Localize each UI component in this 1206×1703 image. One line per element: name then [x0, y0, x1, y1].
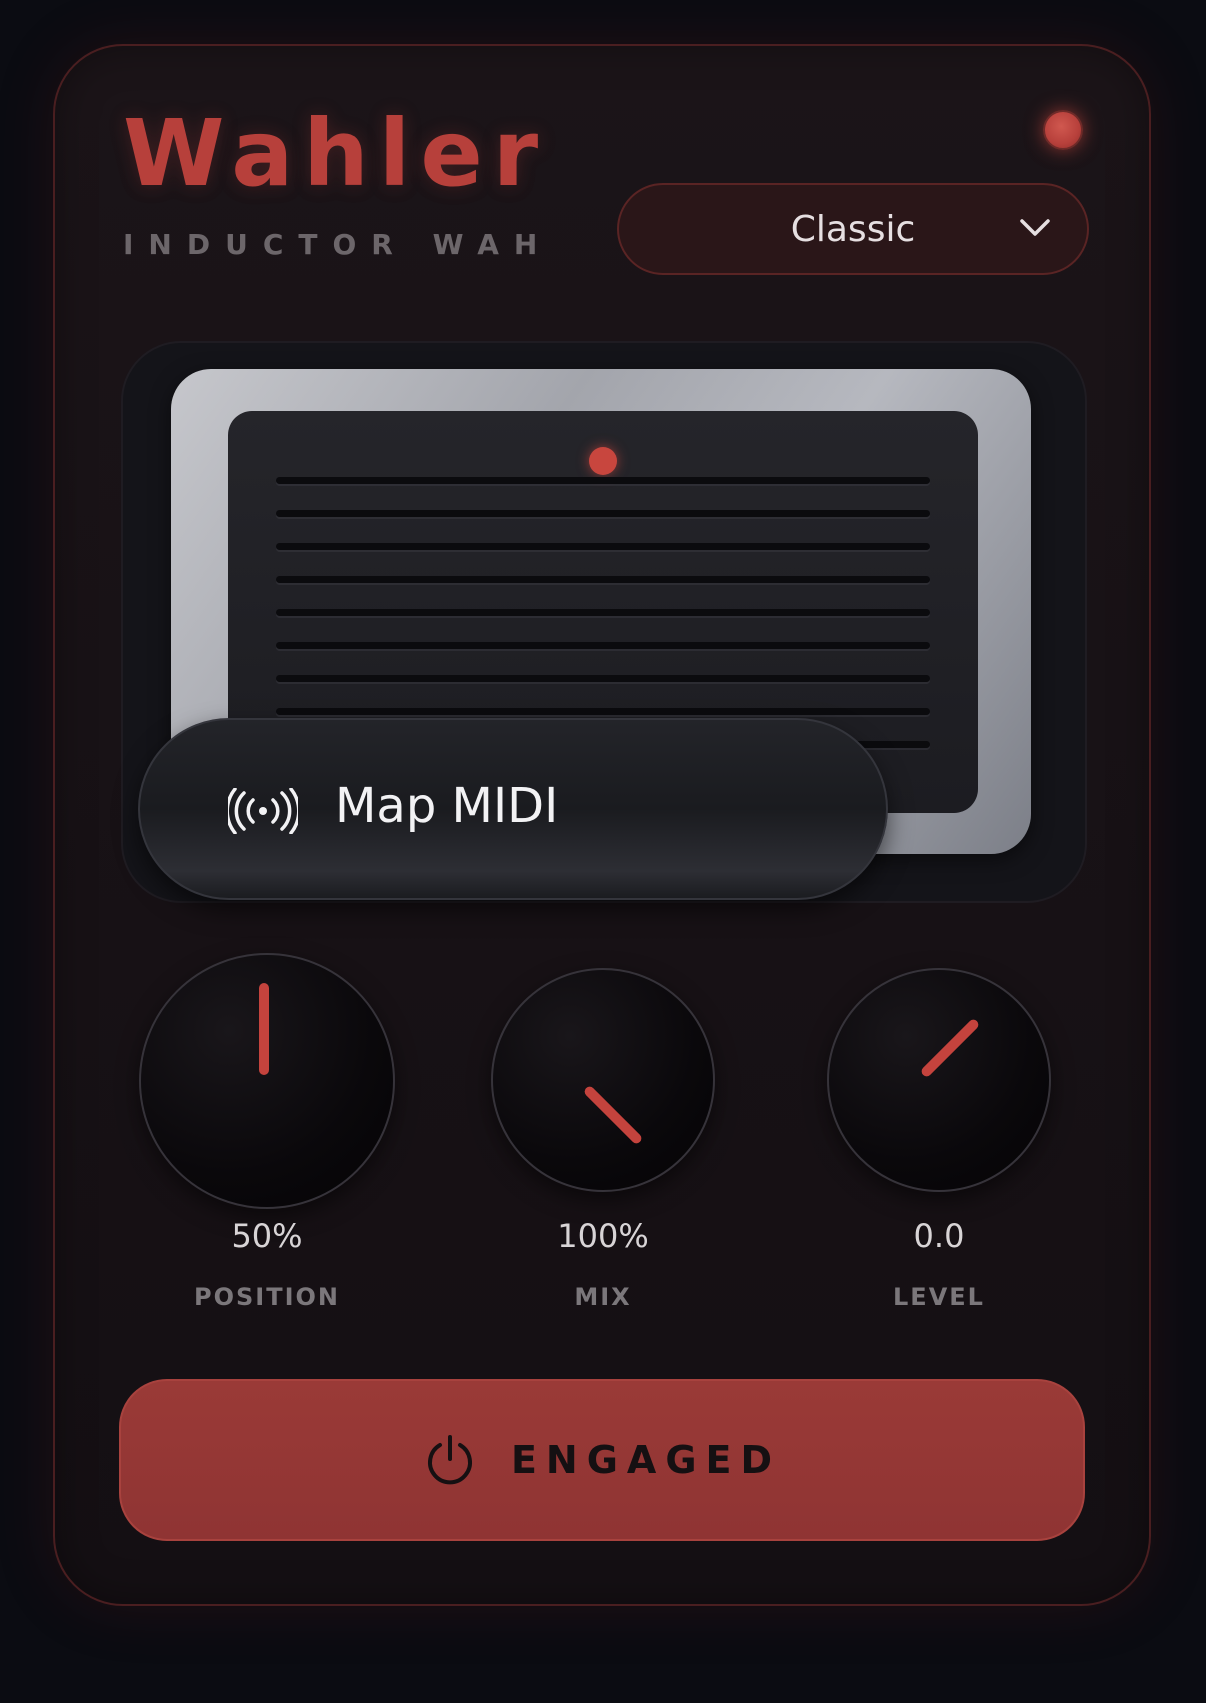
- brand-subtitle: INDUCTOR WAH: [123, 228, 553, 261]
- pedal-groove: [276, 576, 930, 583]
- engage-label: ENGAGED: [510, 1438, 782, 1482]
- level-value: 0.0: [913, 1217, 965, 1255]
- position-knob[interactable]: [139, 953, 395, 1209]
- status-led-icon: [1043, 110, 1083, 150]
- position-value: 50%: [231, 1217, 303, 1255]
- pedal-groove: [276, 510, 930, 517]
- pedal-position-led-icon: [589, 447, 617, 475]
- pedal-groove: [276, 477, 930, 484]
- pedal-groove: [276, 708, 930, 715]
- pedal-groove: [276, 543, 930, 550]
- pedal-groove: [276, 675, 930, 682]
- mix-value: 100%: [557, 1217, 649, 1255]
- mix-knob-pointer: [582, 1084, 644, 1146]
- preset-selected-value: Classic: [790, 208, 916, 250]
- map-midi-button[interactable]: Map MIDI: [138, 718, 888, 900]
- position-label: POSITION: [194, 1283, 340, 1311]
- broadcast-icon: [228, 788, 298, 834]
- engage-button[interactable]: ENGAGED: [119, 1379, 1085, 1541]
- level-knob-pointer: [919, 1017, 981, 1079]
- chevron-down-icon: [1020, 219, 1050, 236]
- position-knob-pointer: [259, 983, 269, 1075]
- pedal-groove: [276, 609, 930, 616]
- power-icon: [427, 1435, 472, 1485]
- brand-title: Wahler: [123, 100, 549, 207]
- preset-dropdown[interactable]: Classic: [617, 183, 1089, 275]
- level-knob[interactable]: [827, 968, 1051, 1192]
- pedal-groove: [276, 642, 930, 649]
- mix-knob[interactable]: [491, 968, 715, 1192]
- map-midi-label: Map MIDI: [335, 778, 559, 834]
- level-label: LEVEL: [893, 1283, 985, 1311]
- mix-label: MIX: [574, 1283, 632, 1311]
